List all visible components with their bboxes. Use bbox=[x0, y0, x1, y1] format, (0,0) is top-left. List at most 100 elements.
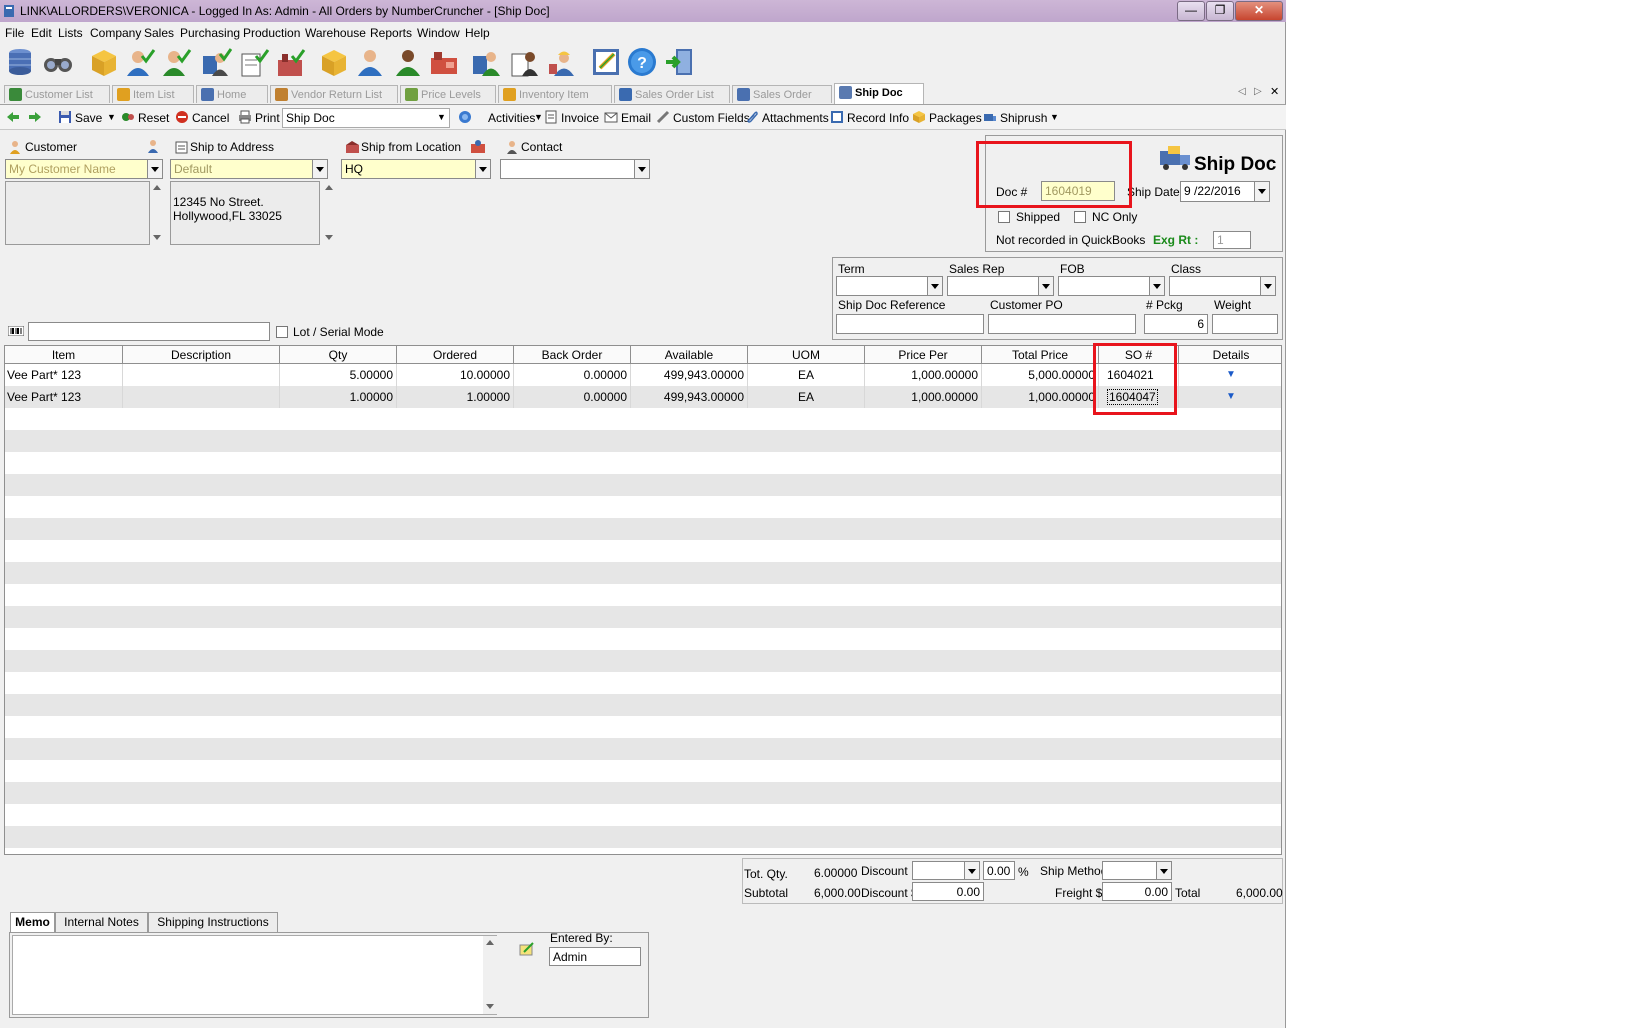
customer-dropdown-arrow-icon[interactable] bbox=[147, 160, 162, 178]
customer-address-scrollbar[interactable] bbox=[150, 181, 164, 245]
exit-icon[interactable] bbox=[664, 46, 696, 78]
tab-item-list[interactable]: Item List bbox=[112, 85, 194, 103]
tab-sales-order[interactable]: Sales Order bbox=[732, 85, 832, 103]
customer-lookup-icon[interactable] bbox=[146, 138, 161, 153]
tab-next-arrow-icon[interactable]: ▷ bbox=[1254, 86, 1262, 97]
cell-so-number[interactable]: 1604021 bbox=[1099, 364, 1179, 386]
database-icon[interactable] bbox=[4, 46, 36, 78]
lot-serial-mode-checkbox[interactable] bbox=[276, 326, 288, 338]
menu-lists[interactable]: Lists bbox=[58, 26, 83, 40]
menu-company[interactable]: Company bbox=[90, 26, 141, 40]
tab-vendor-return-list[interactable]: Vendor Return List bbox=[270, 85, 398, 103]
cell-qty[interactable]: 1.00000 bbox=[280, 386, 397, 408]
freight-field[interactable]: 0.00 bbox=[1102, 882, 1172, 901]
print-form-select[interactable]: Ship Doc bbox=[282, 108, 450, 128]
fob-dropdown-arrow-icon[interactable] bbox=[1149, 277, 1164, 295]
cell-description[interactable] bbox=[123, 386, 280, 408]
column-header-total-price[interactable]: Total Price bbox=[982, 346, 1099, 364]
tab-prev-arrow-icon[interactable]: ◁ bbox=[1238, 86, 1246, 97]
column-header-description[interactable]: Description bbox=[123, 346, 280, 364]
ship-from-lookup-icon[interactable] bbox=[470, 138, 486, 154]
purchase-order-icon[interactable] bbox=[508, 46, 540, 78]
print-button[interactable]: Print bbox=[255, 111, 280, 125]
cancel-button[interactable]: Cancel bbox=[192, 111, 229, 125]
customer-icon[interactable] bbox=[354, 46, 386, 78]
column-header-qty[interactable]: Qty bbox=[280, 346, 397, 364]
discount-amount-field[interactable]: 0.00 bbox=[912, 882, 984, 901]
production-check-icon[interactable] bbox=[274, 46, 306, 78]
cell-item[interactable]: Vee Part* 123 bbox=[5, 386, 123, 408]
item-box-icon[interactable] bbox=[88, 46, 120, 78]
close-button[interactable]: ✕ bbox=[1235, 1, 1283, 21]
menu-warehouse[interactable]: Warehouse bbox=[305, 26, 366, 40]
sales-rep-icon[interactable] bbox=[470, 46, 502, 78]
ship-doc-reference-field[interactable] bbox=[836, 314, 984, 334]
entered-by-field[interactable]: Admin bbox=[549, 947, 641, 966]
back-arrow-icon[interactable] bbox=[6, 110, 20, 124]
activities-button[interactable]: Activities bbox=[488, 111, 535, 125]
ship-date-calendar-icon[interactable] bbox=[1254, 182, 1269, 201]
vendor-check-icon[interactable] bbox=[160, 46, 192, 78]
doc-number-field[interactable]: 1604019 bbox=[1041, 181, 1115, 201]
menu-production[interactable]: Production bbox=[243, 26, 300, 40]
exchange-rate-field[interactable]: 1 bbox=[1213, 231, 1251, 249]
tab-home[interactable]: Home bbox=[196, 85, 268, 103]
tab-ship-doc[interactable]: Ship Doc bbox=[834, 83, 924, 104]
tab-price-levels[interactable]: Price Levels bbox=[400, 85, 496, 103]
tab-shipping-instructions[interactable]: Shipping Instructions bbox=[148, 912, 278, 932]
save-dropdown-icon[interactable]: ▼ bbox=[107, 112, 116, 122]
menu-sales[interactable]: Sales bbox=[144, 26, 174, 40]
column-header-ordered[interactable]: Ordered bbox=[397, 346, 514, 364]
cell-uom[interactable]: EA bbox=[748, 364, 865, 386]
discount-type-dropdown-arrow-icon[interactable] bbox=[964, 862, 979, 879]
menu-reports[interactable]: Reports bbox=[370, 26, 412, 40]
notepad-edit-icon[interactable] bbox=[590, 46, 622, 78]
table-row[interactable]: Vee Part* 123 5.00000 10.00000 0.00000 4… bbox=[5, 364, 1281, 386]
forward-arrow-icon[interactable] bbox=[28, 110, 42, 124]
memo-textarea[interactable] bbox=[12, 935, 497, 1015]
contact-dropdown-arrow-icon[interactable] bbox=[634, 160, 649, 178]
column-header-details[interactable]: Details bbox=[1179, 346, 1281, 364]
email-button[interactable]: Email bbox=[621, 111, 651, 125]
memo-scrollbar[interactable] bbox=[483, 936, 497, 1014]
ship-from-dropdown-arrow-icon[interactable] bbox=[475, 160, 490, 178]
customer-select[interactable]: My Customer Name bbox=[5, 159, 163, 179]
tab-customer-list[interactable]: Customer List bbox=[4, 85, 110, 103]
reset-button[interactable]: Reset bbox=[138, 111, 169, 125]
package-count-field[interactable]: 6 bbox=[1144, 314, 1208, 334]
record-info-button[interactable]: Record Info bbox=[847, 111, 909, 125]
tab-internal-notes[interactable]: Internal Notes bbox=[55, 912, 148, 932]
builder-icon[interactable] bbox=[546, 46, 578, 78]
tab-close-icon[interactable]: ✕ bbox=[1270, 85, 1279, 98]
tab-memo[interactable]: Memo bbox=[10, 912, 55, 933]
menu-purchasing[interactable]: Purchasing bbox=[180, 26, 240, 40]
sales-check-icon[interactable] bbox=[200, 46, 232, 78]
print-form-dropdown-icon[interactable]: ▼ bbox=[437, 112, 446, 122]
minimize-button[interactable]: — bbox=[1177, 1, 1205, 21]
shiprush-button[interactable]: Shiprush bbox=[1000, 111, 1047, 125]
column-header-price-per[interactable]: Price Per bbox=[865, 346, 982, 364]
purchase-check-icon[interactable] bbox=[238, 46, 270, 78]
help-icon[interactable]: ? bbox=[626, 46, 658, 78]
column-header-available[interactable]: Available bbox=[631, 346, 748, 364]
column-header-so-number[interactable]: SO # bbox=[1099, 346, 1179, 364]
binoculars-icon[interactable] bbox=[42, 46, 74, 78]
tab-inventory-item[interactable]: Inventory Item bbox=[498, 85, 612, 103]
contact-select[interactable] bbox=[500, 159, 650, 179]
attachments-button[interactable]: Attachments bbox=[762, 111, 829, 125]
inventory-box-icon[interactable] bbox=[318, 46, 350, 78]
vendor-icon[interactable] bbox=[392, 46, 424, 78]
column-header-back-order[interactable]: Back Order bbox=[514, 346, 631, 364]
column-header-uom[interactable]: UOM bbox=[748, 346, 865, 364]
save-button[interactable]: Save bbox=[75, 111, 102, 125]
cell-price-per[interactable]: 1,000.00000 bbox=[865, 386, 982, 408]
sales-rep-dropdown-arrow-icon[interactable] bbox=[1038, 277, 1053, 295]
ship-to-dropdown-arrow-icon[interactable] bbox=[312, 160, 327, 178]
class-dropdown-arrow-icon[interactable] bbox=[1260, 277, 1275, 295]
ship-to-select[interactable]: Default bbox=[170, 159, 328, 179]
cell-so-number[interactable]: 1604047 bbox=[1099, 386, 1179, 408]
custom-fields-button[interactable]: Custom Fields bbox=[673, 111, 750, 125]
menu-window[interactable]: Window bbox=[417, 26, 460, 40]
cell-qty[interactable]: 5.00000 bbox=[280, 364, 397, 386]
discount-percent-field[interactable]: 0.00 bbox=[983, 861, 1015, 880]
